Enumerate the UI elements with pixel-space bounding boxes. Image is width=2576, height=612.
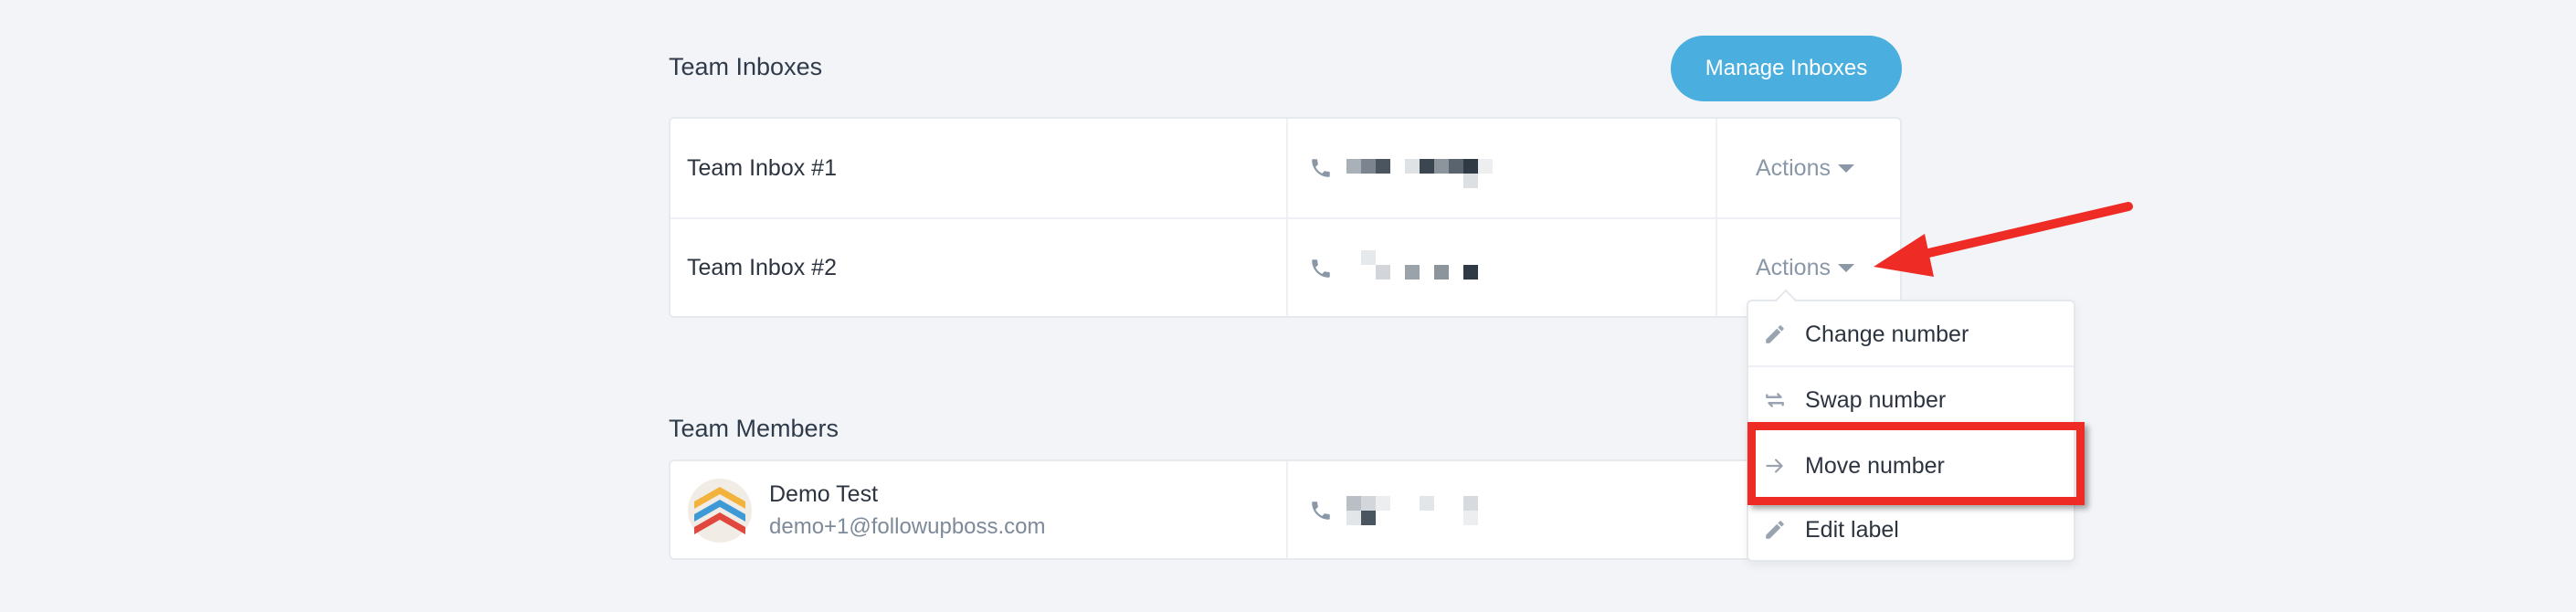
menu-item-change-number[interactable]: Change number — [1748, 301, 2074, 367]
team-inbox-name: Team Inbox #2 — [687, 254, 837, 280]
swap-icon — [1766, 393, 1784, 407]
annotation-highlight-box — [1747, 422, 2085, 505]
menu-item-label: Swap number — [1805, 386, 1947, 413]
member-name: Demo Test — [769, 481, 879, 507]
pencil-icon — [1766, 521, 1784, 539]
inbox-1-actions-dropdown[interactable]: Actions — [1756, 119, 1854, 217]
team-inboxes-card: Team Inbox #1 Actions Team Inbox #2 Acti… — [669, 117, 1902, 318]
team-member-row: Demo Test demo+1@followupboss.com — [670, 461, 1900, 558]
avatar — [688, 479, 752, 543]
caret-down-icon — [1837, 263, 1854, 272]
team-members-title: Team Members — [669, 415, 839, 442]
phone-icon — [1312, 159, 1330, 177]
caret-down-icon — [1837, 164, 1854, 173]
team-inbox-row-2: Team Inbox #2 Actions — [670, 217, 1900, 316]
team-inbox-name: Team Inbox #1 — [687, 154, 837, 181]
menu-item-edit-label[interactable]: Edit label — [1748, 497, 2074, 563]
menu-item-label: Edit label — [1805, 516, 1899, 543]
manage-inboxes-button[interactable]: Manage Inboxes — [1671, 36, 1902, 101]
member-email: demo+1@followupboss.com — [769, 514, 1046, 539]
pencil-icon — [1766, 325, 1784, 343]
team-members-card: Demo Test demo+1@followupboss.com — [669, 459, 1902, 560]
phone-icon — [1312, 501, 1330, 520]
actions-label: Actions — [1756, 254, 1831, 280]
team-inbox-row-1: Team Inbox #1 Actions — [670, 119, 1900, 217]
phone-icon — [1312, 259, 1330, 278]
team-inboxes-title: Team Inboxes — [669, 53, 823, 80]
actions-label: Actions — [1756, 154, 1831, 181]
menu-item-label: Change number — [1805, 321, 1969, 347]
